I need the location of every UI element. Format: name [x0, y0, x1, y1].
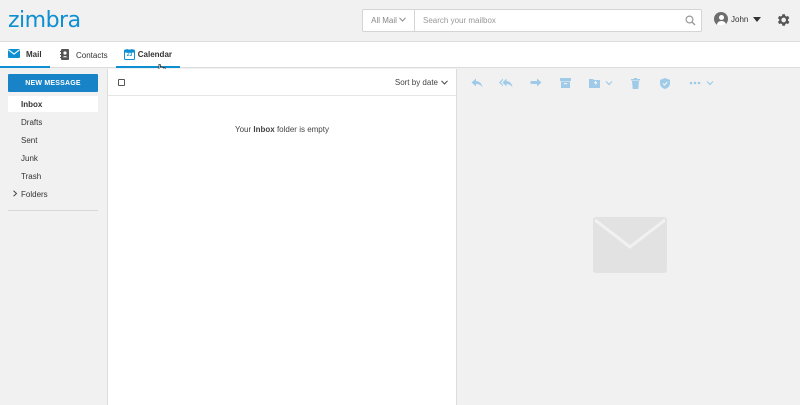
sidebar-item-inbox[interactable]: Inbox — [8, 96, 98, 112]
avatar — [714, 12, 728, 26]
sidebar-item-sent[interactable]: Sent — [8, 132, 98, 148]
calendar-icon: 23 — [124, 48, 135, 60]
sidebar-item-trash[interactable]: Trash — [8, 168, 98, 184]
spam-shield-icon[interactable] — [658, 76, 672, 90]
empty-folder-name: Inbox — [253, 125, 275, 134]
sidebar-item-folders[interactable]: Folders — [8, 186, 98, 202]
forward-icon[interactable] — [529, 76, 543, 90]
search-scope-label: All Mail — [371, 16, 397, 25]
chevron-down-icon — [441, 78, 448, 87]
search-icon[interactable] — [679, 10, 701, 31]
more-actions-icon[interactable] — [688, 76, 716, 90]
new-message-button[interactable]: NEW MESSAGE — [8, 74, 98, 92]
archive-icon[interactable] — [558, 76, 572, 90]
tab-contacts-label: Contacts — [76, 50, 108, 60]
tab-calendar-label: Calendar — [137, 49, 172, 59]
top-header: zimbra All Mail John — [0, 0, 800, 42]
calendar-icon-date: 23 — [126, 52, 133, 59]
sidebar-divider — [8, 210, 98, 211]
select-all-checkbox[interactable] — [118, 79, 125, 86]
sort-dropdown[interactable]: Sort by date — [395, 78, 448, 87]
empty-suffix: folder is empty — [274, 125, 329, 134]
folder-sidebar: NEW MESSAGE Inbox Drafts Sent Junk Trash… — [0, 69, 107, 405]
envelope-icon — [8, 48, 20, 60]
empty-prefix: Your — [235, 125, 254, 134]
tab-calendar[interactable]: 23 Calendar — [116, 42, 180, 68]
sidebar-item-drafts[interactable]: Drafts — [8, 114, 98, 130]
contacts-book-icon — [60, 48, 70, 62]
caret-down-icon — [753, 16, 762, 22]
sidebar-item-label: Inbox — [21, 99, 43, 109]
sidebar-item-label: Sent — [21, 135, 38, 145]
sidebar-item-label: Folders — [21, 189, 48, 199]
reading-pane — [458, 69, 800, 405]
reply-icon[interactable] — [470, 76, 484, 90]
search-scope-dropdown[interactable]: All Mail — [363, 10, 415, 31]
move-to-folder-icon[interactable] — [588, 76, 616, 90]
tab-mail-label: Mail — [26, 49, 42, 59]
search-bar: All Mail — [362, 9, 702, 32]
message-list-pane: Sort by date Your Inbox folder is empty — [107, 69, 457, 405]
sort-label: Sort by date — [394, 78, 438, 87]
chevron-down-icon — [399, 17, 406, 24]
empty-envelope-icon — [593, 217, 667, 273]
message-list-header: Sort by date — [108, 69, 456, 96]
sidebar-item-label: Trash — [21, 171, 42, 181]
empty-folder-message: Your Inbox folder is empty — [108, 125, 456, 134]
sidebar-item-label: Drafts — [21, 117, 43, 127]
user-menu[interactable]: John — [714, 12, 762, 26]
search-input[interactable] — [415, 10, 679, 31]
reply-all-icon[interactable] — [499, 76, 513, 90]
zimbra-logo[interactable]: zimbra — [8, 8, 81, 33]
tab-contacts[interactable]: Contacts — [52, 42, 116, 68]
sidebar-item-junk[interactable]: Junk — [8, 150, 98, 166]
delete-icon[interactable] — [628, 76, 642, 90]
sidebar-item-label: Junk — [21, 153, 38, 163]
tab-mail[interactable]: Mail — [0, 42, 50, 68]
gear-icon[interactable] — [775, 12, 791, 28]
app-tab-bar: Mail Contacts 23 Calendar — [0, 42, 800, 68]
chevron-right-icon[interactable] — [12, 189, 18, 199]
user-name: John — [731, 14, 749, 24]
